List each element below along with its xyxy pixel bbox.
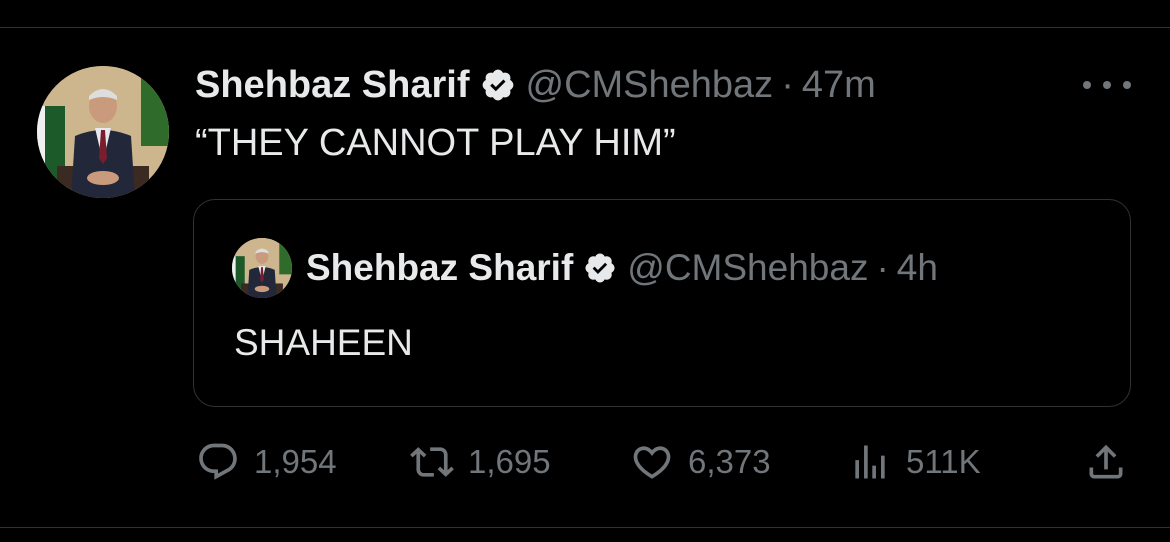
top-divider — [0, 27, 1170, 28]
views-chart-icon — [855, 445, 885, 479]
views-count: 511K — [906, 443, 981, 480]
retweet-count: 1,695 — [468, 443, 551, 480]
quoted-tweet-header: Shehbaz Sharif @CMShehbaz · 4h — [306, 244, 938, 292]
reply-icon — [199, 443, 237, 480]
separator-dot: · — [876, 247, 889, 288]
quoted-author-name: Shehbaz Sharif — [306, 247, 574, 288]
more-dots-icon[interactable] — [1083, 72, 1131, 98]
like-button[interactable]: 6,373 — [630, 437, 771, 487]
share-button[interactable] — [1084, 437, 1128, 487]
quoted-avatar-photo — [232, 238, 292, 298]
like-count: 6,373 — [688, 443, 771, 480]
author-handle[interactable]: @CMShehbaz — [526, 64, 774, 107]
reply-count: 1,954 — [254, 443, 337, 480]
tweet-actions-bar: 1,954 1,695 6,373 511K — [0, 437, 1170, 487]
quoted-tweet-timestamp: 4h — [896, 247, 938, 288]
quoted-author-handle: @CMShehbaz — [627, 247, 869, 288]
bottom-divider — [0, 527, 1170, 528]
tweet-text: “THEY CANNOT PLAY HIM” — [195, 122, 676, 164]
quoted-avatar[interactable] — [232, 238, 292, 298]
heart-icon — [633, 446, 671, 479]
retweet-button[interactable]: 1,695 — [410, 437, 551, 487]
quoted-tweet-text: SHAHEEN — [234, 322, 413, 363]
quoted-tweet-card[interactable]: Shehbaz Sharif @CMShehbaz · 4h SHAHEEN — [193, 199, 1131, 407]
views-button[interactable]: 511K — [848, 437, 981, 487]
reply-button[interactable]: 1,954 — [196, 437, 337, 487]
tweet-header: Shehbaz Sharif @CMShehbaz · 47m — [195, 60, 876, 110]
verified-badge-icon — [585, 253, 615, 283]
verified-badge-icon — [482, 69, 513, 101]
retweet-icon — [410, 447, 454, 477]
avatar-photo — [37, 66, 169, 198]
avatar[interactable] — [37, 66, 169, 198]
author-name[interactable]: Shehbaz Sharif — [195, 64, 470, 107]
share-icon — [1089, 444, 1123, 479]
separator-dot: · — [781, 63, 794, 106]
tweet-timestamp[interactable]: 47m — [802, 64, 876, 107]
